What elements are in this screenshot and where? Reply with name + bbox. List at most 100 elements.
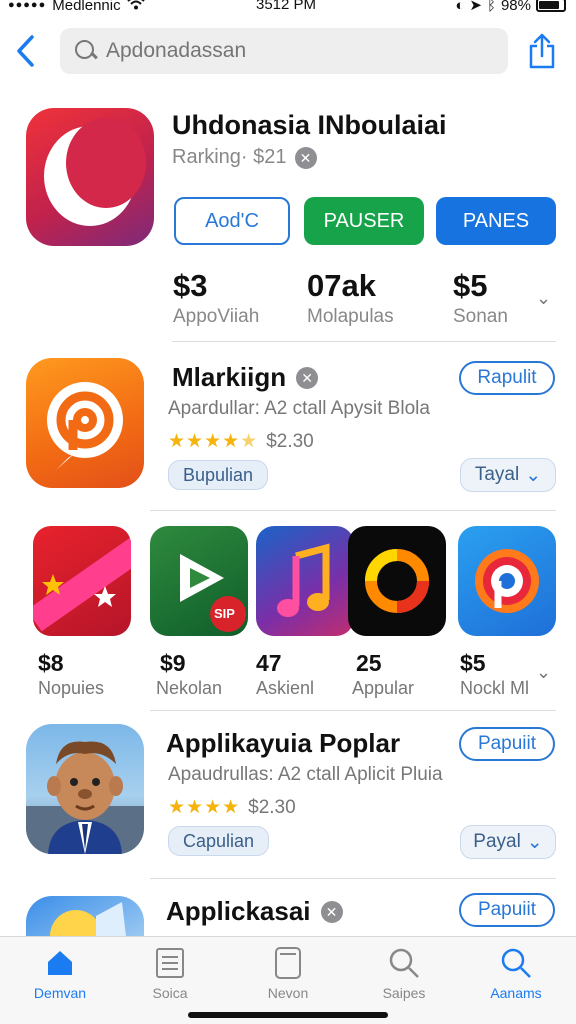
search-icon (354, 945, 454, 981)
play-app-icon[interactable]: SIP (150, 526, 248, 636)
pause-button[interactable]: PAUSER (304, 197, 424, 245)
chevron-down-icon: ⌄ (525, 464, 542, 486)
tab-label: Nevon (267, 985, 309, 1001)
tab-news[interactable]: Soica (120, 945, 220, 1001)
search-input[interactable] (106, 39, 486, 63)
swirl-icon (47, 382, 123, 470)
close-badge-icon[interactable]: ✕ (320, 900, 343, 923)
stat-item: $5 Sonan (453, 268, 508, 328)
gallery-price: $9 (160, 650, 186, 676)
row2-dropdown[interactable]: Payal ⌄ (460, 825, 556, 859)
divider (172, 341, 556, 342)
tablet-icon (238, 945, 338, 981)
status-time: 3512 PM (256, 0, 317, 13)
star-rating-icon: ★★★★★ (168, 431, 259, 452)
ribbon-app-icon[interactable] (33, 526, 131, 636)
gallery-price: $8 (38, 650, 64, 676)
chevron-down-icon[interactable]: ⌄ (536, 662, 551, 683)
add-button[interactable]: Aod'C (174, 197, 290, 245)
search-icon (466, 945, 566, 981)
status-right: ◐ ➤ ᛒ 98% (455, 0, 566, 14)
tab-search-alt[interactable]: Aanams (466, 945, 566, 1001)
row1-title: Mlarkiign ✕ (172, 362, 319, 393)
tab-label: Saipes (382, 985, 426, 1001)
gallery-price: 47 (256, 650, 282, 676)
stat-label: Molapulas (307, 306, 394, 327)
chevron-down-icon: ⌄ (526, 831, 543, 853)
stat-label: Sonan (453, 306, 508, 327)
hero-app-icon[interactable] (26, 108, 154, 246)
swirl-app-icon[interactable] (458, 526, 556, 636)
wifi-icon (126, 0, 145, 14)
gallery-label: Nekolan (156, 678, 223, 698)
stat-value: 07ak (307, 268, 376, 303)
panes-button[interactable]: PANES (436, 197, 556, 245)
row2-subtitle: Apaudrullas: A2 ctall Aplicit Pluia (168, 764, 443, 785)
battery-percent: 98% (500, 0, 531, 14)
cartoon-avatar-icon (26, 741, 144, 854)
row1-title-text: Mlarkiign (172, 362, 287, 392)
row2-tag[interactable]: Capulian (168, 826, 270, 856)
row2-action-button[interactable]: Papuiit (459, 727, 555, 761)
hero-app-title: Uhdonasia INboulaiai (172, 110, 447, 140)
sip-badge: SIP (214, 606, 235, 621)
back-button[interactable] (14, 34, 44, 70)
home-indicator[interactable] (188, 1012, 388, 1018)
row1-dropdown[interactable]: Tayal ⌄ (460, 458, 556, 492)
close-badge-icon[interactable]: ✕ (296, 366, 319, 389)
row2-rating: ★★★★ $2.30 (168, 796, 296, 819)
stat-value: $5 (453, 268, 488, 303)
tab-bar: Demvan Soica Nevon Saipes Aanams (0, 936, 576, 1024)
gallery-label: Nopuies (38, 678, 105, 698)
hero-app-subtitle: Rarking· $21 ✕ (172, 146, 317, 169)
row1-subtitle: Apardullar: A2 ctall Apysit Blola (168, 398, 430, 419)
location-icon: ➤ (469, 0, 482, 14)
chevron-left-icon (17, 35, 34, 67)
tab-home[interactable]: Demvan (10, 945, 110, 1001)
music-note-icon[interactable] (256, 526, 354, 636)
carrier-name: Medlennic (52, 0, 121, 14)
row1-app-icon[interactable] (26, 358, 144, 488)
star-rating-icon: ★★★★ (168, 797, 241, 818)
news-icon (120, 945, 220, 981)
row1-rating: ★★★★★ $2.30 (168, 430, 314, 453)
tab-search[interactable]: Saipes (354, 945, 454, 1001)
row2-price: $2.30 (248, 796, 296, 818)
chevron-down-icon[interactable]: ⌄ (536, 288, 551, 309)
row2-dropdown-label: Payal (473, 831, 521, 852)
row1-tag[interactable]: Bupulian (168, 460, 269, 490)
gallery-price: 25 (356, 650, 382, 676)
row1-action-button[interactable]: Rapulit (459, 361, 555, 395)
hero-ranking: Rarking· $21 (172, 146, 287, 168)
signal-dots-icon: ●●●●● (8, 0, 47, 11)
bluetooth-icon: ᛒ (486, 0, 496, 14)
row1-dropdown-label: Tayal (474, 464, 520, 485)
tab-tablet[interactable]: Nevon (238, 945, 338, 1001)
row2-title: Applikayuia Poplar (166, 728, 401, 758)
moon-icon: ◐ (455, 0, 465, 14)
status-bar: ●●●●● Medlennic 3512 PM ◐ ➤ ᛒ 98% (0, 0, 576, 18)
row3-app-icon[interactable] (26, 896, 144, 936)
row3-title-text: Applickasai (166, 896, 311, 926)
row3-action-button[interactable]: Papuiit (459, 893, 555, 927)
gallery-label: Appular (352, 678, 415, 698)
share-button[interactable] (528, 32, 556, 70)
row1-price: $2.30 (266, 430, 314, 452)
search-bar[interactable] (60, 28, 508, 74)
stat-label: AppoViiah (173, 306, 260, 327)
close-badge-icon[interactable]: ✕ (294, 146, 317, 169)
row3-title: Applickasai ✕ (166, 896, 343, 927)
row2-app-icon[interactable] (26, 724, 144, 854)
divider (150, 878, 556, 879)
search-icon (74, 39, 98, 63)
stat-item: $3 AppoViiah (173, 268, 259, 328)
tab-label: Aanams (490, 985, 542, 1001)
carrier: ●●●●● Medlennic (8, 0, 145, 14)
divider (150, 710, 556, 711)
tab-label: Soica (152, 985, 188, 1001)
ring-app-icon[interactable] (348, 526, 446, 636)
share-icon (529, 33, 555, 69)
divider (150, 510, 556, 511)
stat-item: 07ak Molapulas (307, 268, 394, 328)
gallery-label: Askienl (256, 678, 315, 698)
